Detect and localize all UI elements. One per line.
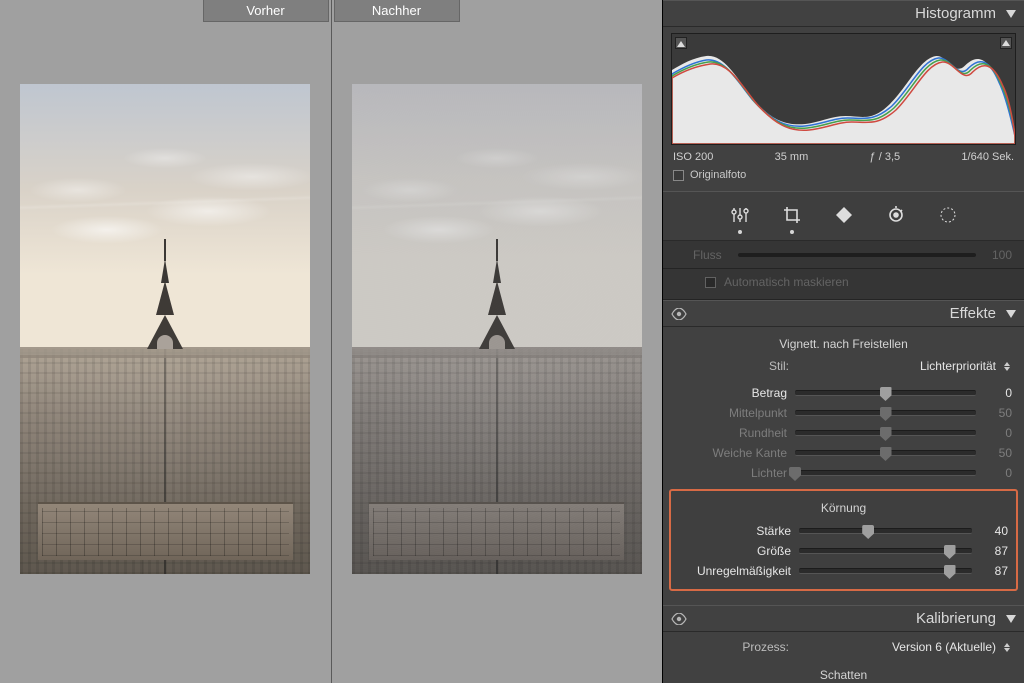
originalfoto-label: Originalfoto (690, 169, 746, 181)
meta-focal: 35 mm (775, 151, 809, 163)
slider-value: 0 (984, 426, 1012, 440)
before-label: Vorher (203, 0, 329, 22)
grain-group-title: Körnung (677, 497, 1010, 521)
slider-thumb[interactable] (944, 565, 956, 579)
eye-icon[interactable] (671, 613, 687, 625)
after-column: Nachher (332, 0, 663, 683)
slider-row-unregelmäßigkeit: Unregelmäßigkeit 87 (677, 561, 1010, 581)
vignette-style-row: Stil: Lichterpriorität (673, 357, 1014, 383)
histogram-metadata: ISO 200 35 mm ƒ / 3,5 1/640 Sek. (671, 145, 1016, 167)
slider-thumb[interactable] (789, 467, 801, 481)
eye-icon[interactable] (671, 308, 687, 320)
slider-label: Betrag (675, 386, 787, 400)
slider-value: 50 (984, 406, 1012, 420)
before-photo[interactable] (20, 84, 310, 574)
automask-row[interactable]: Automatisch maskieren (663, 269, 1024, 300)
spot-tool-icon[interactable] (833, 204, 855, 226)
process-dropdown[interactable]: Version 6 (Aktuelle) (799, 640, 1010, 654)
slider-track[interactable] (795, 410, 976, 416)
slider-track[interactable] (799, 548, 972, 554)
tool-strip (663, 191, 1024, 241)
slider-row-betrag: Betrag 0 (673, 383, 1014, 403)
slider-row-mittelpunkt: Mittelpunkt 50 (673, 403, 1014, 423)
calibration-params: Prozess: Version 6 (Aktuelle) Schatten T… (663, 632, 1024, 683)
effects-header[interactable]: Effekte (663, 300, 1024, 327)
slider-row-rundheit: Rundheit 0 (673, 423, 1014, 443)
style-label: Stil: (677, 359, 789, 373)
slider-label: Weiche Kante (675, 446, 787, 460)
meta-iso: ISO 200 (673, 151, 713, 163)
histogram-header[interactable]: Histogramm (663, 0, 1024, 27)
brush-options-overflow: Fluss 100 Automatisch maskieren (663, 241, 1024, 300)
slider-thumb[interactable] (862, 525, 874, 539)
vignette-group-title: Vignett. nach Freistellen (673, 333, 1014, 357)
before-after-preview: Vorher Nachher (0, 0, 662, 683)
slider-value: 87 (980, 564, 1008, 578)
slider-thumb[interactable] (880, 447, 892, 461)
slider-value: 87 (980, 544, 1008, 558)
slider-track[interactable] (795, 470, 976, 476)
grain-highlight-box: Körnung Stärke 40 Größe 87 Unregelmäßigkeit 8… (669, 489, 1018, 591)
slider-label: Mittelpunkt (675, 406, 787, 420)
slider-value: 0 (984, 386, 1012, 400)
slider-thumb[interactable] (944, 545, 956, 559)
slider-thumb[interactable] (880, 387, 892, 401)
process-value: Version 6 (Aktuelle) (892, 640, 996, 654)
slider-track[interactable] (799, 568, 972, 574)
adjust-tool-icon[interactable] (729, 204, 751, 226)
after-label: Nachher (334, 0, 460, 22)
histogram[interactable] (671, 33, 1016, 145)
develop-panel: Histogramm ISO 200 35 mm ƒ / 3,5 1/640 S… (662, 0, 1024, 683)
originalfoto-checkbox[interactable] (673, 170, 684, 181)
radial-tool-icon[interactable] (937, 204, 959, 226)
slider-track[interactable] (795, 390, 976, 396)
after-photo[interactable] (352, 84, 642, 574)
meta-aperture: ƒ / 3,5 (870, 151, 901, 163)
slider-row-lichter: Lichter 0 (673, 463, 1014, 483)
automask-label: Automatisch maskieren (724, 275, 849, 289)
slider-label: Rundheit (675, 426, 787, 440)
slider-label: Größe (679, 544, 791, 558)
slider-value: 50 (984, 446, 1012, 460)
originalfoto-row[interactable]: Originalfoto (671, 167, 1016, 183)
crop-tool-icon[interactable] (781, 204, 803, 226)
flow-row: Fluss 100 (663, 241, 1024, 269)
redeye-tool-icon[interactable] (885, 204, 907, 226)
effects-title: Effekte (950, 305, 996, 322)
slider-track[interactable] (799, 528, 972, 534)
calibration-header[interactable]: Kalibrierung (663, 605, 1024, 632)
collapse-icon (1006, 10, 1016, 18)
style-dropdown[interactable]: Lichterpriorität (799, 359, 1010, 373)
effects-params: Vignett. nach Freistellen Stil: Lichterp… (663, 327, 1024, 605)
flow-track[interactable] (738, 253, 976, 257)
process-label: Prozess: (677, 640, 789, 654)
slider-row-stärke: Stärke 40 (677, 521, 1010, 541)
slider-label: Unregelmäßigkeit (679, 564, 791, 578)
before-column: Vorher (0, 0, 332, 683)
slider-thumb[interactable] (880, 407, 892, 421)
histogram-title: Histogramm (915, 5, 996, 22)
calibration-title: Kalibrierung (916, 610, 996, 627)
automask-checkbox[interactable] (705, 277, 716, 288)
slider-thumb[interactable] (880, 427, 892, 441)
slider-value: 0 (984, 466, 1012, 480)
slider-row-weiche kante: Weiche Kante 50 (673, 443, 1014, 463)
collapse-icon (1006, 615, 1016, 623)
slider-value: 40 (980, 524, 1008, 538)
shadows-group-title: Schatten (673, 664, 1014, 683)
slider-label: Lichter (675, 466, 787, 480)
flow-label: Fluss (693, 248, 722, 262)
meta-shutter: 1/640 Sek. (961, 151, 1014, 163)
slider-row-größe: Größe 87 (677, 541, 1010, 561)
slider-label: Stärke (679, 524, 791, 538)
process-row: Prozess: Version 6 (Aktuelle) (673, 638, 1014, 664)
slider-track[interactable] (795, 430, 976, 436)
collapse-icon (1006, 310, 1016, 318)
slider-track[interactable] (795, 450, 976, 456)
histogram-section: ISO 200 35 mm ƒ / 3,5 1/640 Sek. Origina… (663, 27, 1024, 191)
flow-value: 100 (992, 248, 1012, 262)
style-value: Lichterpriorität (920, 359, 996, 373)
